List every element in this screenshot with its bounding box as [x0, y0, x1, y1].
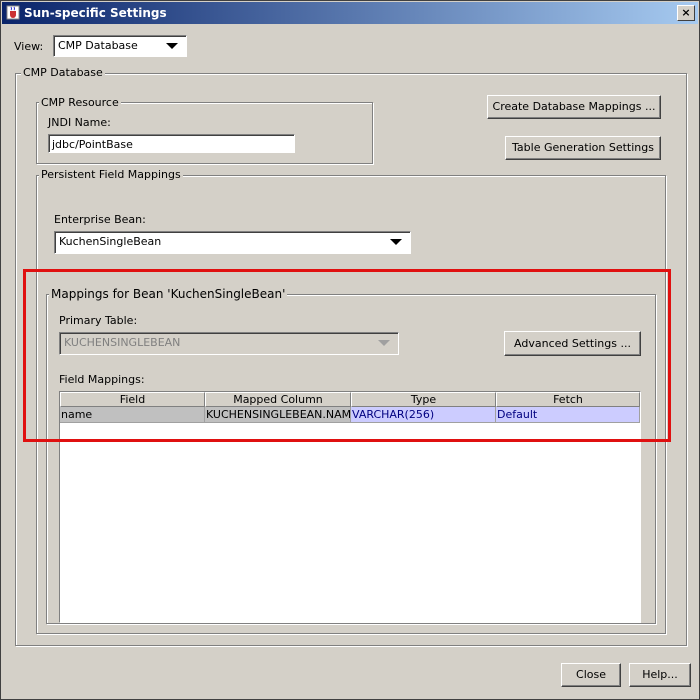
java-cup-icon	[6, 5, 20, 20]
enterprise-bean-dropdown[interactable]: KuchenSingleBean	[54, 231, 411, 254]
primary-table-value: KUCHENSINGLEBEAN	[64, 336, 181, 349]
column-header-mapped-column[interactable]: Mapped Column	[205, 392, 351, 407]
create-database-mappings-button[interactable]: Create Database Mappings ...	[487, 95, 661, 119]
enterprise-bean-label: Enterprise Bean:	[54, 213, 146, 226]
cell-fetch[interactable]: Default	[496, 407, 640, 423]
table-generation-settings-button[interactable]: Table Generation Settings	[505, 136, 661, 160]
jndi-name-input[interactable]: jdbc/PointBase	[48, 134, 295, 153]
window-title: Sun-specific Settings	[24, 6, 167, 20]
column-header-type[interactable]: Type	[351, 392, 496, 407]
cmp-database-title: CMP Database	[21, 66, 105, 79]
column-header-field[interactable]: Field	[60, 392, 205, 407]
help-button[interactable]: Help...	[629, 663, 691, 687]
jndi-name-value: jdbc/PointBase	[52, 138, 133, 151]
chevron-down-icon	[378, 340, 390, 346]
primary-table-dropdown[interactable]: KUCHENSINGLEBEAN	[59, 332, 399, 355]
view-dropdown[interactable]: CMP Database	[53, 35, 187, 57]
field-mappings-label: Field Mappings:	[59, 373, 145, 386]
jndi-name-label: JNDI Name:	[48, 116, 111, 129]
persistent-field-mappings-title: Persistent Field Mappings	[39, 168, 183, 181]
cell-field[interactable]: name	[60, 407, 205, 423]
field-mappings-table[interactable]: Field Mapped Column Type Fetch name KUCH…	[59, 391, 641, 623]
advanced-settings-button[interactable]: Advanced Settings ...	[504, 331, 641, 356]
chevron-down-icon	[166, 43, 178, 49]
cell-mapped-column[interactable]: KUCHENSINGLEBEAN.NAME9	[205, 407, 351, 423]
cell-type[interactable]: VARCHAR(256)	[351, 407, 496, 423]
view-value: CMP Database	[58, 39, 138, 52]
title-bar[interactable]: Sun-specific Settings ×	[2, 2, 698, 24]
close-icon[interactable]: ×	[677, 5, 695, 21]
cmp-resource-group	[36, 102, 373, 164]
view-label: View:	[14, 40, 44, 53]
column-header-fetch[interactable]: Fetch	[496, 392, 640, 407]
enterprise-bean-value: KuchenSingleBean	[59, 235, 162, 248]
settings-dialog: Sun-specific Settings × View: CMP Databa…	[0, 0, 700, 700]
bean-mappings-title: Mappings for Bean 'KuchenSingleBean'	[49, 287, 288, 301]
primary-table-label: Primary Table:	[59, 314, 138, 327]
cmp-resource-title: CMP Resource	[39, 96, 121, 109]
close-button[interactable]: Close	[561, 663, 621, 687]
chevron-down-icon	[390, 239, 402, 245]
